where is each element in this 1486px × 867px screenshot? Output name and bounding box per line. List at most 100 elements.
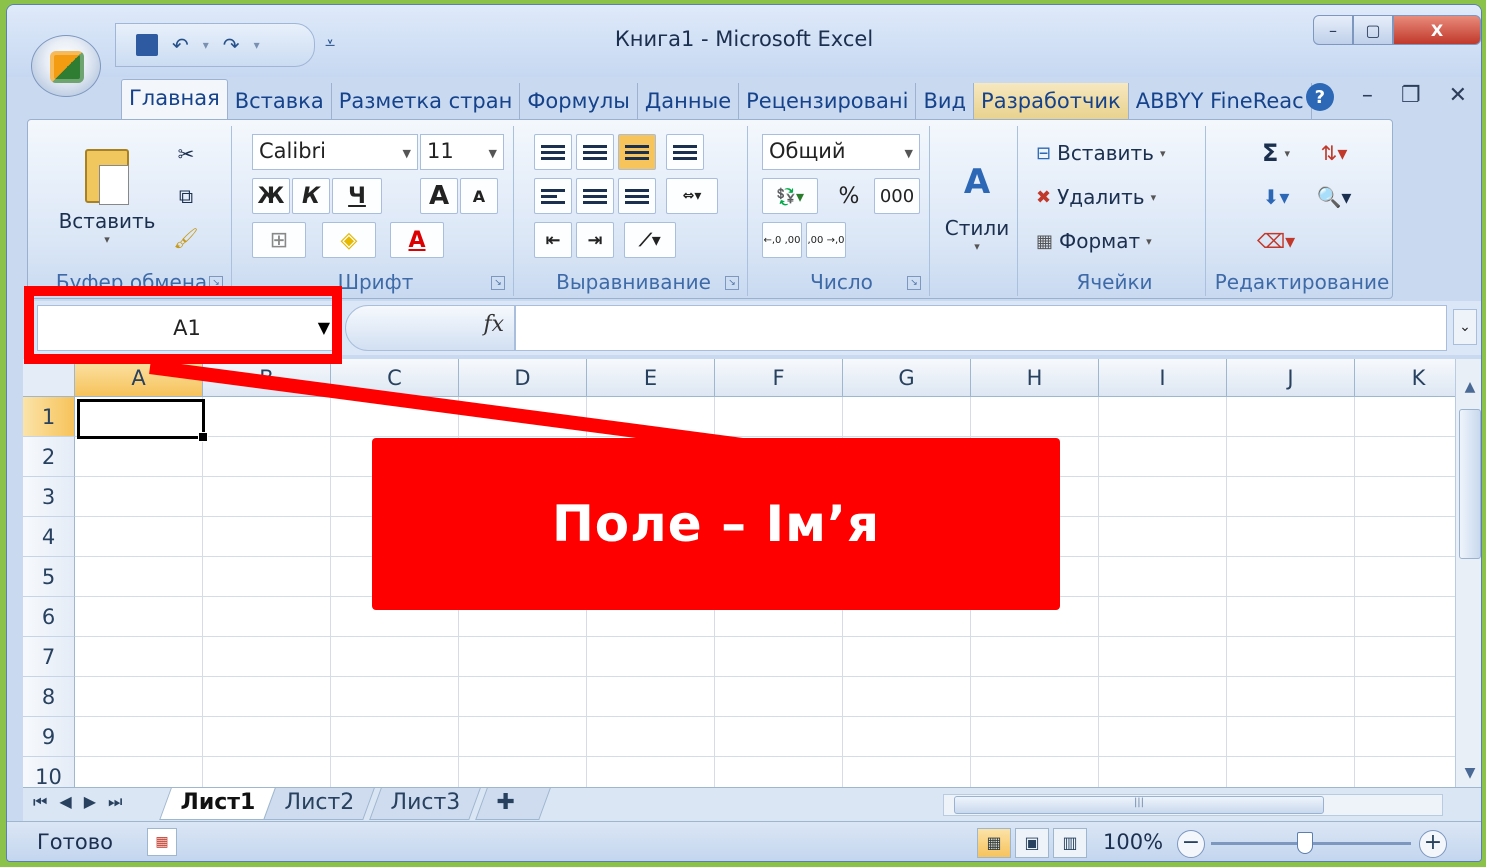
- row-header-1[interactable]: 1: [23, 397, 75, 437]
- horizontal-scroll-thumb[interactable]: |||: [954, 796, 1324, 814]
- row-header-7[interactable]: 7: [23, 637, 75, 677]
- column-header-k[interactable]: K: [1355, 359, 1455, 397]
- tab-formulas[interactable]: Формулы: [520, 83, 638, 119]
- merge-center-icon[interactable]: ⇔▾: [666, 178, 718, 214]
- zoom-out-button[interactable]: −: [1177, 830, 1205, 858]
- fill-icon[interactable]: ⬇▾: [1246, 180, 1306, 214]
- insert-cells-button[interactable]: ⊟ Вставить ▾: [1036, 136, 1165, 170]
- sheet-tab-2[interactable]: Лист2: [263, 788, 375, 820]
- expand-formula-bar-icon[interactable]: ⌄: [1453, 309, 1477, 345]
- column-header-j[interactable]: J: [1227, 359, 1355, 397]
- tab-data[interactable]: Данные: [638, 83, 740, 119]
- page-break-view-icon[interactable]: ▥: [1053, 828, 1087, 858]
- currency-icon[interactable]: 💱▾: [762, 178, 818, 214]
- last-sheet-icon[interactable]: ⏭: [108, 792, 122, 812]
- paste-button[interactable]: Вставить ▾: [59, 132, 155, 262]
- font-launcher-icon[interactable]: ↘: [491, 276, 505, 290]
- shrink-font-button[interactable]: A: [460, 178, 498, 214]
- sheet-tab-1[interactable]: Лист1: [159, 788, 276, 820]
- tab-review[interactable]: Рецензировані: [739, 83, 917, 119]
- fill-color-icon[interactable]: ◈: [322, 222, 376, 258]
- column-header-i[interactable]: I: [1099, 359, 1227, 397]
- first-sheet-icon[interactable]: ⏮: [33, 792, 47, 812]
- select-all-button[interactable]: [23, 359, 75, 397]
- number-format-dropdown-icon[interactable]: ▼: [905, 147, 913, 160]
- office-button[interactable]: [31, 35, 101, 97]
- align-center-icon[interactable]: [576, 178, 614, 214]
- align-top-icon[interactable]: [534, 134, 572, 170]
- scroll-up-icon[interactable]: ▲: [1460, 379, 1480, 395]
- italic-button[interactable]: К: [292, 178, 330, 214]
- zoom-slider-thumb[interactable]: [1297, 832, 1313, 854]
- row-header-2[interactable]: 2: [23, 437, 75, 477]
- tab-page-layout[interactable]: Разметка стран: [332, 83, 521, 119]
- scroll-down-icon[interactable]: ▼: [1460, 765, 1480, 781]
- align-right-icon[interactable]: [618, 178, 656, 214]
- align-left-icon[interactable]: [534, 178, 572, 214]
- increase-decimal-button[interactable]: ←,0 ,00: [762, 222, 802, 258]
- column-header-g[interactable]: G: [843, 359, 971, 397]
- ribbon-restore-icon[interactable]: ❐: [1401, 83, 1421, 111]
- copy-icon[interactable]: ⧉: [168, 178, 204, 214]
- column-header-f[interactable]: F: [715, 359, 843, 397]
- align-bottom-icon[interactable]: [618, 134, 656, 170]
- decrease-indent-icon[interactable]: ⇤: [534, 222, 572, 258]
- font-name-combo[interactable]: Calibri ▼: [252, 134, 418, 170]
- percent-button[interactable]: %: [830, 178, 868, 214]
- tab-abbyy[interactable]: ABBYY FineReac: [1129, 83, 1312, 119]
- column-header-d[interactable]: D: [459, 359, 587, 397]
- active-cell[interactable]: [77, 399, 208, 442]
- font-name-dropdown-icon[interactable]: ▼: [403, 147, 411, 160]
- align-middle-icon[interactable]: [576, 134, 614, 170]
- horizontal-scrollbar[interactable]: |||: [943, 794, 1443, 816]
- sort-filter-icon[interactable]: ⇅▾: [1312, 136, 1356, 170]
- row-header-9[interactable]: 9: [23, 717, 75, 757]
- formula-input[interactable]: [515, 305, 1447, 351]
- minimize-button[interactable]: –: [1313, 15, 1353, 45]
- sheet-tab-3[interactable]: Лист3: [369, 788, 481, 820]
- tab-developer[interactable]: Разработчик: [974, 83, 1129, 119]
- ribbon-close-icon[interactable]: ✕: [1449, 83, 1467, 111]
- zoom-level[interactable]: 100%: [1103, 830, 1163, 854]
- styles-button[interactable]: A Стили ▾: [942, 132, 1012, 282]
- maximize-button[interactable]: ▢: [1353, 15, 1393, 45]
- row-header-6[interactable]: 6: [23, 597, 75, 637]
- format-painter-icon[interactable]: 🖌: [168, 220, 204, 256]
- find-select-icon[interactable]: 🔍▾: [1312, 180, 1356, 214]
- tab-insert[interactable]: Вставка: [228, 83, 332, 119]
- grow-font-button[interactable]: A: [420, 178, 458, 214]
- row-header-3[interactable]: 3: [23, 477, 75, 517]
- row-header-8[interactable]: 8: [23, 677, 75, 717]
- underline-button[interactable]: Ч: [332, 178, 382, 214]
- thousands-button[interactable]: 000: [874, 178, 920, 214]
- insert-function-icon[interactable]: fx: [483, 312, 504, 337]
- row-header-4[interactable]: 4: [23, 517, 75, 557]
- next-sheet-icon[interactable]: ▶: [84, 792, 96, 812]
- vertical-scroll-thumb[interactable]: [1459, 409, 1481, 559]
- borders-icon[interactable]: ⊞: [252, 222, 306, 258]
- cut-icon[interactable]: ✂: [168, 136, 204, 172]
- row-header-10[interactable]: 10: [23, 757, 75, 787]
- alignment-launcher-icon[interactable]: ↘: [725, 276, 739, 290]
- font-color-icon[interactable]: A: [390, 222, 444, 258]
- insert-sheet-button[interactable]: ✚: [475, 788, 551, 820]
- ribbon-minimize-icon[interactable]: –: [1362, 83, 1373, 111]
- page-layout-view-icon[interactable]: ▣: [1015, 828, 1049, 858]
- font-size-dropdown-icon[interactable]: ▼: [489, 147, 497, 160]
- format-cells-button[interactable]: ▦ Формат ▾: [1036, 224, 1152, 258]
- number-launcher-icon[interactable]: ↘: [907, 276, 921, 290]
- bold-button[interactable]: Ж: [252, 178, 290, 214]
- vertical-scrollbar[interactable]: ▲ ▼: [1455, 359, 1481, 787]
- tab-home[interactable]: Главная: [121, 79, 228, 119]
- prev-sheet-icon[interactable]: ◀: [59, 792, 71, 812]
- close-button[interactable]: X: [1393, 15, 1481, 45]
- row-header-5[interactable]: 5: [23, 557, 75, 597]
- number-format-combo[interactable]: Общий ▼: [762, 134, 920, 170]
- delete-cells-button[interactable]: ✖ Удалить ▾: [1036, 180, 1156, 214]
- font-size-combo[interactable]: 11 ▼: [420, 134, 504, 170]
- clear-icon[interactable]: ⌫▾: [1246, 224, 1306, 258]
- help-icon[interactable]: ?: [1305, 83, 1334, 111]
- wrap-text-icon[interactable]: [666, 134, 704, 170]
- tab-view[interactable]: Вид: [916, 83, 975, 119]
- normal-view-icon[interactable]: ▦: [977, 828, 1011, 858]
